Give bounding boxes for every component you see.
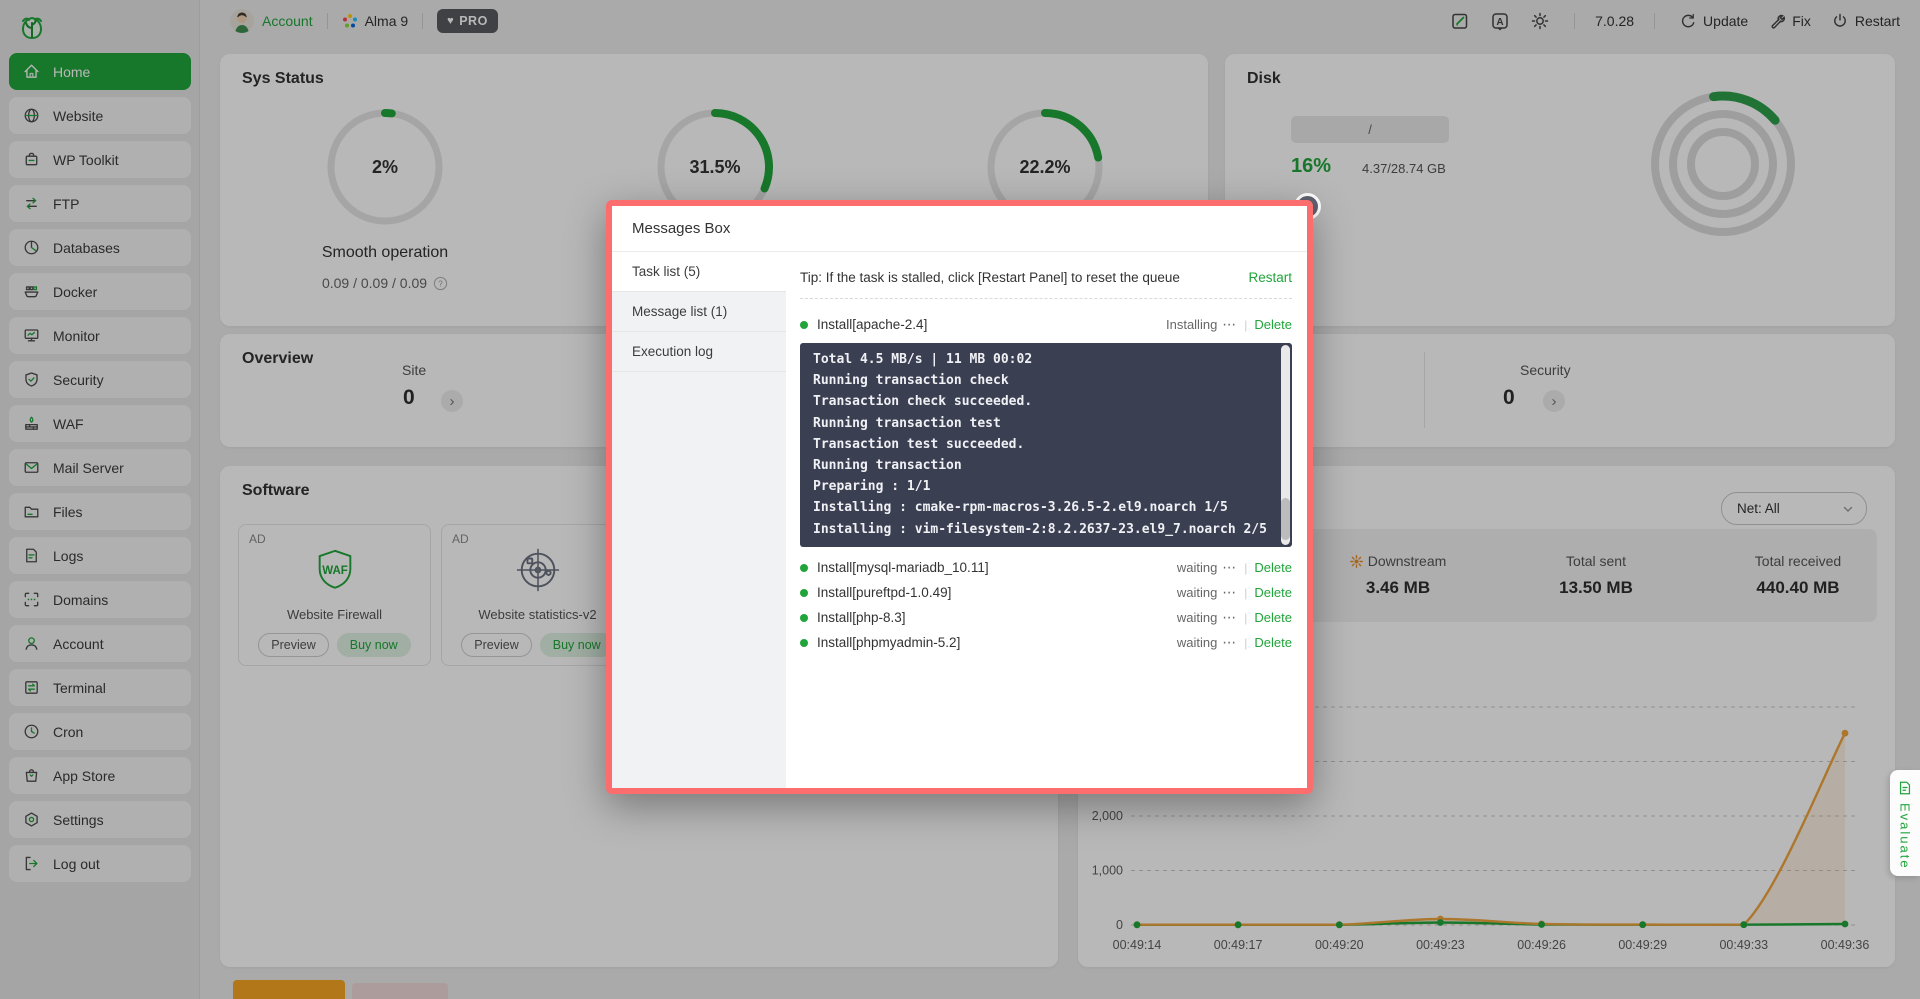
task-row: Install[php-8.3] waiting ⋯ | Delete [800,605,1292,630]
separator: | [1244,635,1248,650]
task-row: Install[apache-2.4] Installing ⋯ | Delet… [800,312,1292,337]
terminal-line: Installing : vim-filesystem-2:8.2.2637-2… [813,521,1267,537]
task-name: Install[php-8.3] [817,610,906,625]
task-more-button[interactable]: ⋯ [1222,634,1237,651]
task-status-dot [800,588,808,597]
waiting-task-list: Install[mysql-mariadb_10.11] waiting ⋯ |… [800,555,1292,655]
task-delete-link[interactable]: Delete [1254,585,1292,600]
terminal-line: Running transaction check [813,373,1009,389]
task-list: Install[apache-2.4] Installing ⋯ | Delet… [800,312,1292,655]
task-status: waiting [1176,585,1218,600]
task-name: Install[phpmyadmin-5.2] [817,635,961,650]
task-status-dot [800,320,808,329]
task-status-dot [800,613,808,622]
task-status: waiting [1176,560,1218,575]
terminal-line: Running transaction [813,458,962,474]
terminal-line: Transaction check succeeded. [813,394,1033,410]
tip-text: Tip: If the task is stalled, click [Rest… [800,269,1180,285]
task-delete-link[interactable]: Delete [1254,635,1292,650]
task-delete-link[interactable]: Delete [1254,560,1292,575]
task-row: Install[mysql-mariadb_10.11] waiting ⋯ |… [800,555,1292,580]
task-status: Installing [1165,317,1218,332]
modal-header: Messages Box [612,206,1307,252]
task-more-button[interactable]: ⋯ [1222,609,1237,626]
divider [800,298,1292,299]
task-name: Install[apache-2.4] [817,317,928,332]
task-status-dot [800,563,808,572]
task-more-button[interactable]: ⋯ [1222,559,1237,576]
separator: | [1244,317,1248,332]
terminal-line: Preparing : 1/1 [813,479,931,495]
task-terminal-output[interactable]: Total 4.5 MB/s | 11 MB 00:02 Running tran… [800,343,1292,547]
task-delete-link[interactable]: Delete [1254,610,1292,625]
terminal-scrollbar-thumb[interactable] [1281,498,1290,540]
terminal-line: Total 4.5 MB/s | 11 MB 00:02 [813,352,1033,367]
terminal-line: Transaction test succeeded. [813,436,1025,452]
terminal-scrollbar-track [1281,345,1290,545]
task-status: waiting [1176,610,1218,625]
task-status: waiting [1176,635,1218,650]
task-status-dot [800,638,808,647]
task-more-button[interactable]: ⋯ [1222,584,1237,601]
modal-content: Tip: If the task is stalled, click [Rest… [786,252,1307,788]
restart-queue-link[interactable]: Restart [1248,270,1292,285]
modal-tab-2[interactable]: Execution log [612,332,786,372]
modal-tab-1[interactable]: Message list (1) [612,292,786,332]
task-delete-link[interactable]: Delete [1254,317,1292,332]
modal-title: Messages Box [632,220,731,237]
tip-row: Tip: If the task is stalled, click [Rest… [800,265,1292,289]
modal-tabs: Task list (5) Message list (1) Execution l… [612,252,786,788]
task-more-button[interactable]: ⋯ [1222,316,1237,333]
task-row: Install[pureftpd-1.0.49] waiting ⋯ | Del… [800,580,1292,605]
evaluate-icon [1899,781,1911,795]
evaluate-tab[interactable]: Evaluate [1890,770,1920,876]
evaluate-label: Evaluate [1897,803,1913,870]
page: Home Website WP Toolkit FTP Databases Do… [0,0,1920,999]
separator: | [1244,585,1248,600]
modal-tab-0[interactable]: Task list (5) [612,252,786,292]
separator: | [1244,560,1248,575]
modal-body: Task list (5) Message list (1) Execution l… [612,252,1307,788]
task-name: Install[pureftpd-1.0.49] [817,585,952,600]
task-row: Install[phpmyadmin-5.2] waiting ⋯ | Dele… [800,630,1292,655]
messages-box-modal: Messages Box Task list (5) Message list (… [606,200,1313,794]
terminal-line: Installing : cmake-rpm-macros-3.26.5-2.e… [813,500,1228,516]
task-name: Install[mysql-mariadb_10.11] [817,560,989,575]
terminal-line: Running transaction test [813,415,1001,431]
separator: | [1244,610,1248,625]
